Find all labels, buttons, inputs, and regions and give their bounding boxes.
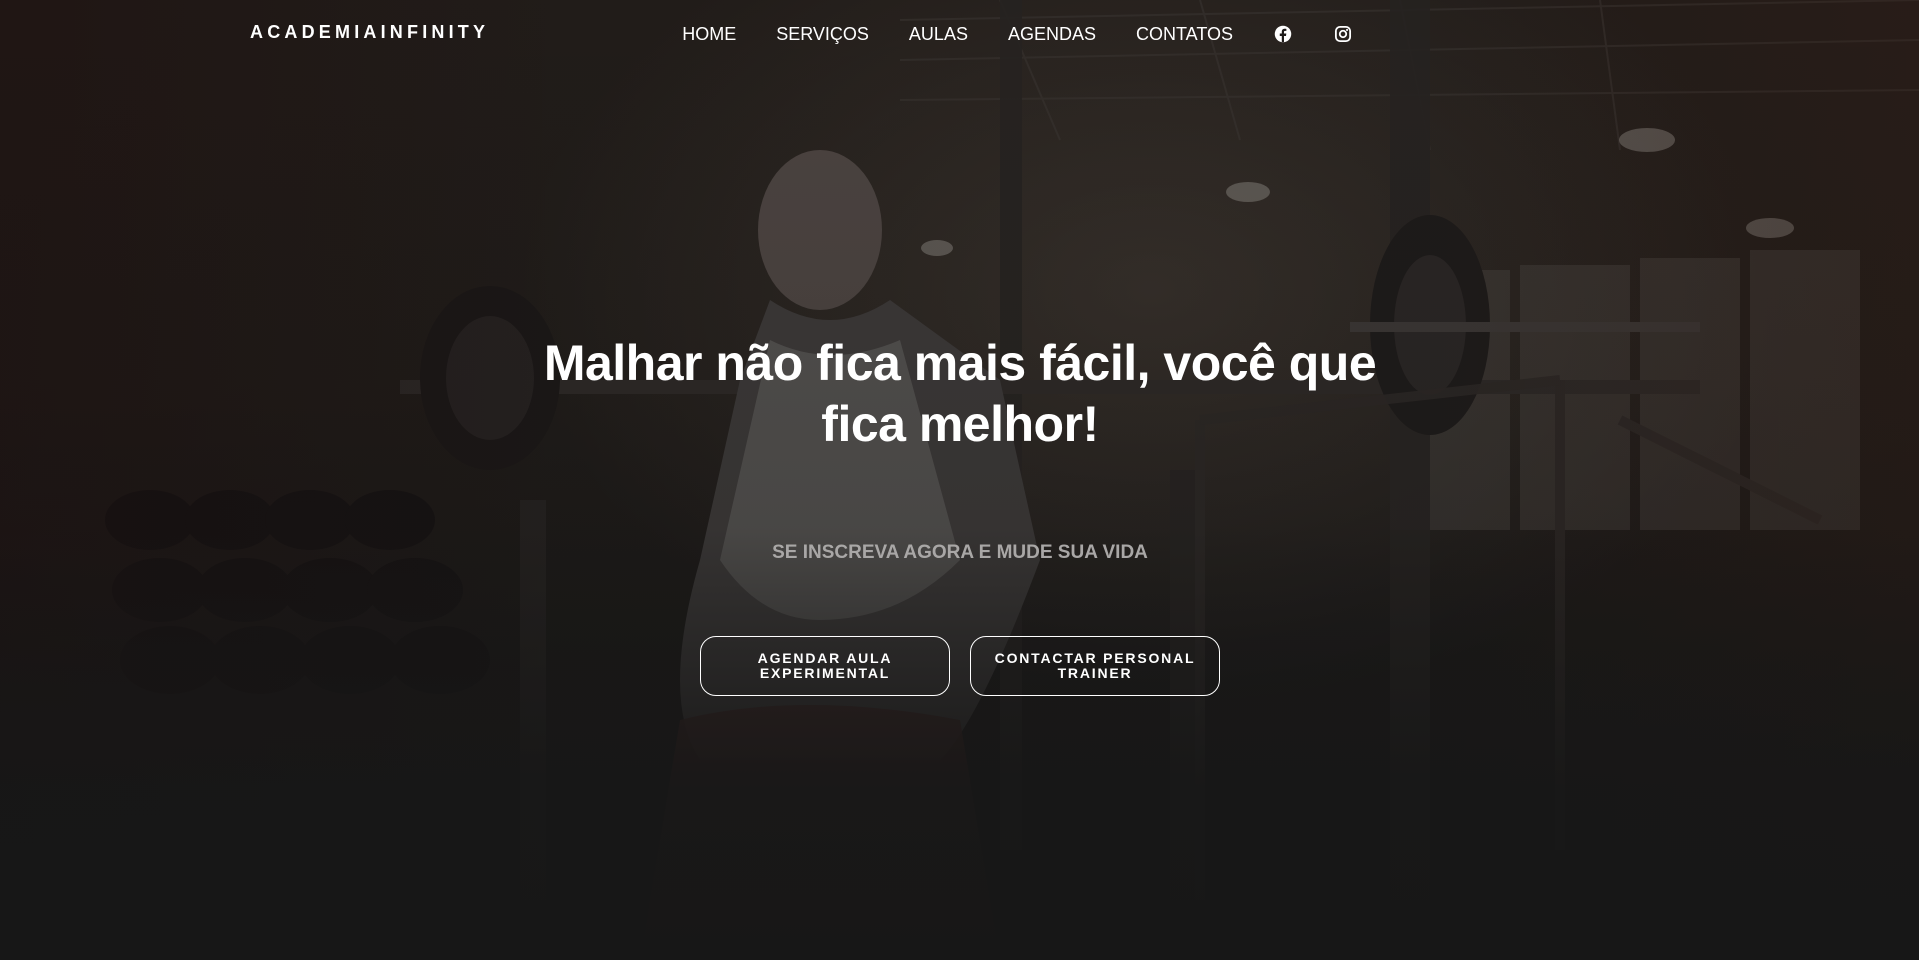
hero-section: ACADEMIAINFINITY HOME SERVIÇOS AULAS AGE… [0,0,1919,960]
contact-personal-trainer-button[interactable]: CONTACTAR PERSONAL TRAINER [970,636,1220,696]
schedule-trial-class-button[interactable]: AGENDAR AULA EXPERIMENTAL [700,636,950,696]
cta-button-group: AGENDAR AULA EXPERIMENTAL CONTACTAR PERS… [700,636,1220,696]
hero-subtitle: SE INSCREVA AGORA E MUDE SUA VIDA [772,542,1148,563]
hero-content: Malhar não fica mais fácil, você que fic… [0,0,1919,960]
hero-headline: Malhar não fica mais fácil, você que fic… [543,335,1377,452]
